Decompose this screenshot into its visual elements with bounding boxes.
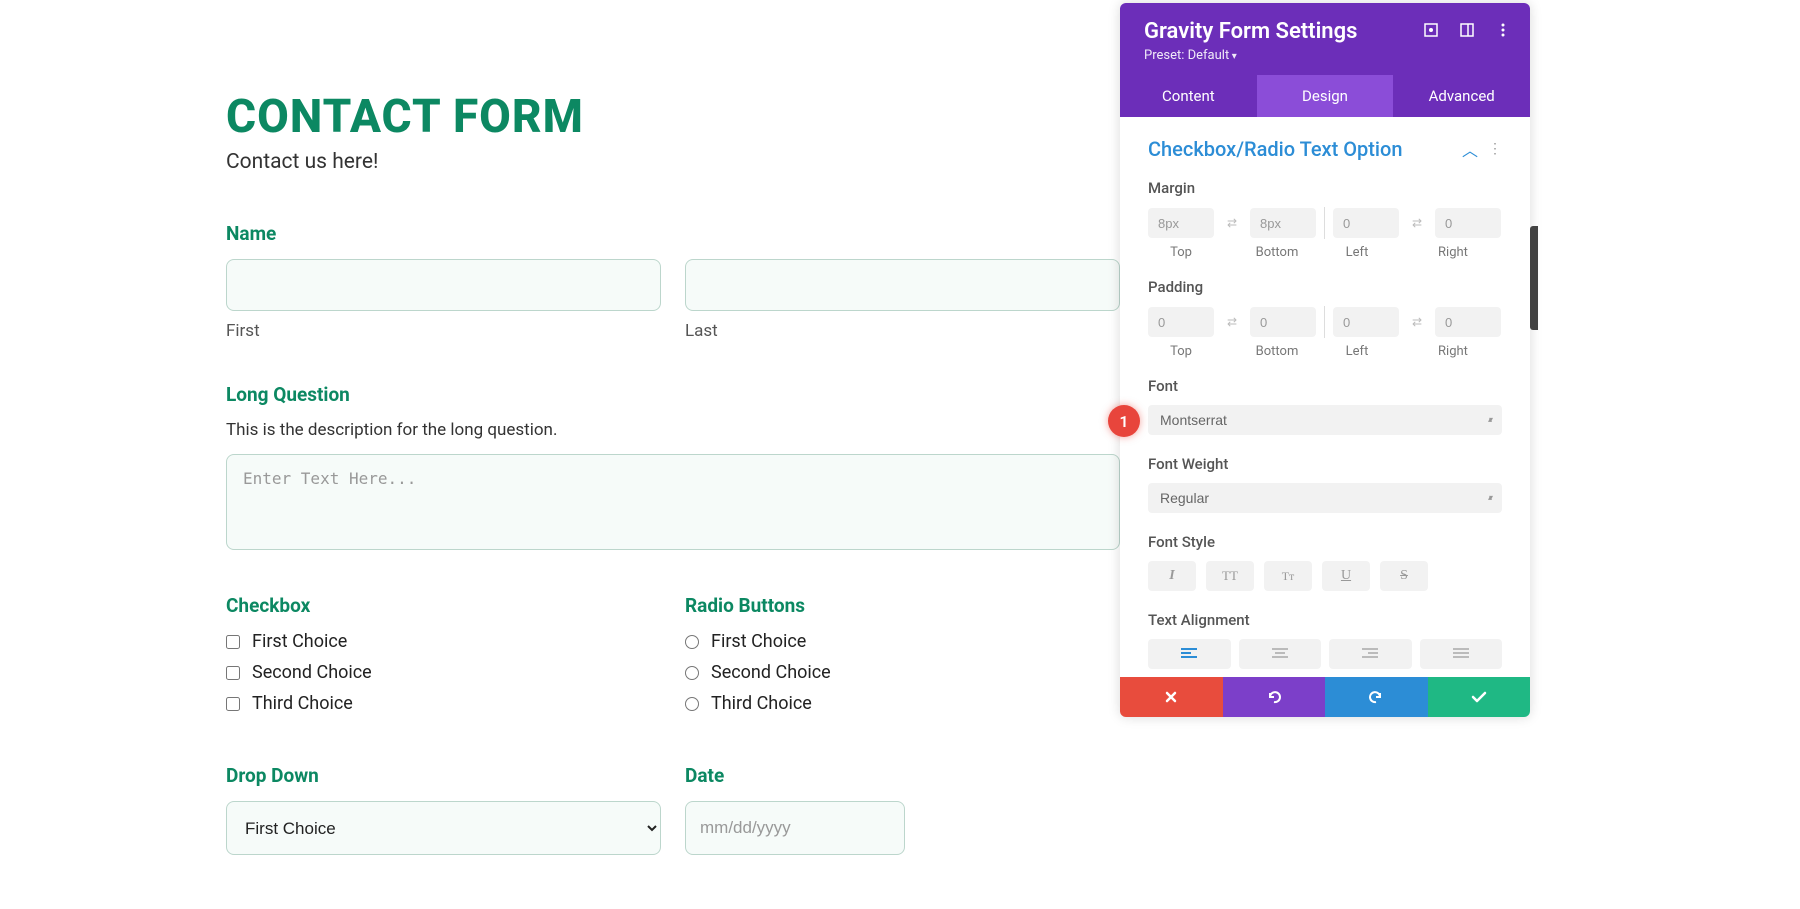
last-name-input[interactable] (685, 259, 1120, 311)
panel-footer (1120, 677, 1530, 717)
date-label: Date (685, 764, 1120, 787)
align-right-button[interactable] (1329, 639, 1412, 669)
radio-label: Radio Buttons (685, 594, 1120, 617)
radio-choice-3[interactable]: Third Choice (685, 693, 1120, 714)
margin-bottom-label: Bottom (1244, 245, 1310, 260)
link-icon[interactable]: ⇄ (1405, 315, 1429, 329)
settings-panel: Gravity Form Settings Preset: Default Co… (1120, 3, 1530, 717)
first-name-input[interactable] (226, 259, 661, 311)
panel-tabs: Content Design Advanced (1120, 75, 1530, 117)
margin-right-label: Right (1420, 245, 1486, 260)
side-tab[interactable] (1530, 226, 1538, 330)
redo-button[interactable] (1325, 677, 1428, 717)
radio-choice-2[interactable]: Second Choice (685, 662, 1120, 683)
font-select[interactable]: Montserrat (1148, 405, 1502, 435)
weight-label: Font Weight (1148, 455, 1502, 473)
checkbox-choice-2[interactable]: Second Choice (226, 662, 661, 683)
panel-toggle-icon[interactable] (1458, 21, 1476, 39)
margin-top-label: Top (1148, 245, 1214, 260)
section-more-icon[interactable]: ⋮ (1488, 141, 1502, 157)
dropdown-label: Drop Down (226, 764, 661, 787)
tab-advanced[interactable]: Advanced (1393, 75, 1530, 117)
align-center-button[interactable] (1239, 639, 1322, 669)
first-label: First (226, 321, 661, 341)
tab-design[interactable]: Design (1257, 75, 1394, 117)
padding-top-label: Top (1148, 344, 1214, 359)
link-icon[interactable]: ⇄ (1405, 216, 1429, 230)
undo-button[interactable] (1223, 677, 1326, 717)
align-justify-button[interactable] (1420, 639, 1503, 669)
more-icon[interactable] (1494, 21, 1512, 39)
padding-right-label: Right (1420, 344, 1486, 359)
tab-content[interactable]: Content (1120, 75, 1257, 117)
long-question-desc: This is the description for the long que… (226, 420, 1120, 440)
checkbox-choice-1[interactable]: First Choice (226, 631, 661, 652)
checkbox-choice-3[interactable]: Third Choice (226, 693, 661, 714)
link-icon[interactable]: ⇄ (1220, 315, 1244, 329)
chevron-up-icon[interactable]: ︿ (1462, 137, 1478, 161)
radio-choice-1[interactable]: First Choice (685, 631, 1120, 652)
padding-right-input[interactable] (1435, 307, 1501, 337)
font-label: Font (1148, 377, 1502, 395)
panel-preset[interactable]: Preset: Default (1144, 48, 1506, 63)
name-label: Name (226, 222, 1120, 245)
callout-1: 1 (1108, 405, 1140, 437)
form-subtitle: Contact us here! (226, 150, 1120, 174)
padding-bottom-input[interactable] (1250, 307, 1316, 337)
fullscreen-icon[interactable] (1422, 21, 1440, 39)
italic-button[interactable]: I (1148, 561, 1196, 591)
underline-button[interactable]: U (1322, 561, 1370, 591)
margin-top-input[interactable] (1148, 208, 1214, 238)
margin-left-label: Left (1324, 245, 1390, 260)
link-icon[interactable]: ⇄ (1220, 216, 1244, 230)
last-label: Last (685, 321, 1120, 341)
weight-select[interactable]: Regular (1148, 483, 1502, 513)
dropdown-input[interactable]: First Choice (226, 801, 661, 855)
date-input[interactable] (685, 801, 905, 855)
strikethrough-button[interactable]: S (1380, 561, 1428, 591)
margin-label: Margin (1148, 179, 1502, 197)
long-question-input[interactable] (226, 454, 1120, 550)
style-label: Font Style (1148, 533, 1502, 551)
padding-bottom-label: Bottom (1244, 344, 1310, 359)
padding-left-label: Left (1324, 344, 1390, 359)
margin-right-input[interactable] (1435, 208, 1501, 238)
padding-label: Padding (1148, 278, 1502, 296)
save-button[interactable] (1428, 677, 1531, 717)
margin-bottom-input[interactable] (1250, 208, 1316, 238)
section-title[interactable]: Checkbox/Radio Text Option (1148, 137, 1403, 161)
checkbox-label: Checkbox (226, 594, 661, 617)
padding-left-input[interactable] (1333, 307, 1399, 337)
align-label: Text Alignment (1148, 611, 1502, 629)
smallcaps-button[interactable]: Tᴛ (1264, 561, 1312, 591)
cancel-button[interactable] (1120, 677, 1223, 717)
align-left-button[interactable] (1148, 639, 1231, 669)
panel-header: Gravity Form Settings Preset: Default (1120, 3, 1530, 75)
form-title: CONTACT FORM (226, 90, 1120, 144)
long-question-label: Long Question (226, 383, 1120, 406)
padding-top-input[interactable] (1148, 307, 1214, 337)
uppercase-button[interactable]: TT (1206, 561, 1254, 591)
margin-left-input[interactable] (1333, 208, 1399, 238)
